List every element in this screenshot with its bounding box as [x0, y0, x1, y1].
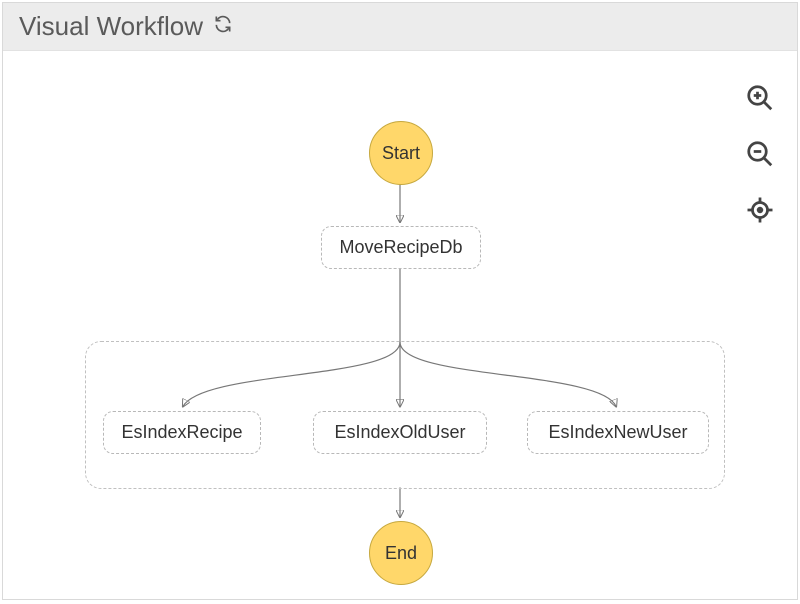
move-recipe-db-label: MoveRecipeDb [339, 237, 462, 257]
refresh-icon[interactable] [213, 14, 233, 39]
center-target-icon[interactable] [743, 193, 777, 227]
es-index-recipe-label: EsIndexRecipe [121, 422, 242, 442]
workflow-panel: Visual Workflow [2, 2, 798, 600]
move-recipe-db-node[interactable]: MoveRecipeDb [321, 226, 481, 269]
end-node-label: End [385, 543, 417, 564]
es-index-new-user-node[interactable]: EsIndexNewUser [527, 411, 709, 454]
zoom-out-icon[interactable] [743, 137, 777, 171]
zoom-in-icon[interactable] [743, 81, 777, 115]
es-index-old-user-label: EsIndexOldUser [334, 422, 465, 442]
es-index-old-user-node[interactable]: EsIndexOldUser [313, 411, 487, 454]
es-index-new-user-label: EsIndexNewUser [548, 422, 687, 442]
panel-header: Visual Workflow [3, 3, 797, 51]
end-node[interactable]: End [369, 521, 433, 585]
panel-title: Visual Workflow [19, 11, 203, 42]
start-node-label: Start [382, 143, 420, 164]
es-index-recipe-node[interactable]: EsIndexRecipe [103, 411, 261, 454]
workflow-canvas[interactable]: Start MoveRecipeDb EsIndexRecipe EsIndex… [3, 51, 797, 599]
start-node[interactable]: Start [369, 121, 433, 185]
zoom-controls [743, 81, 777, 227]
